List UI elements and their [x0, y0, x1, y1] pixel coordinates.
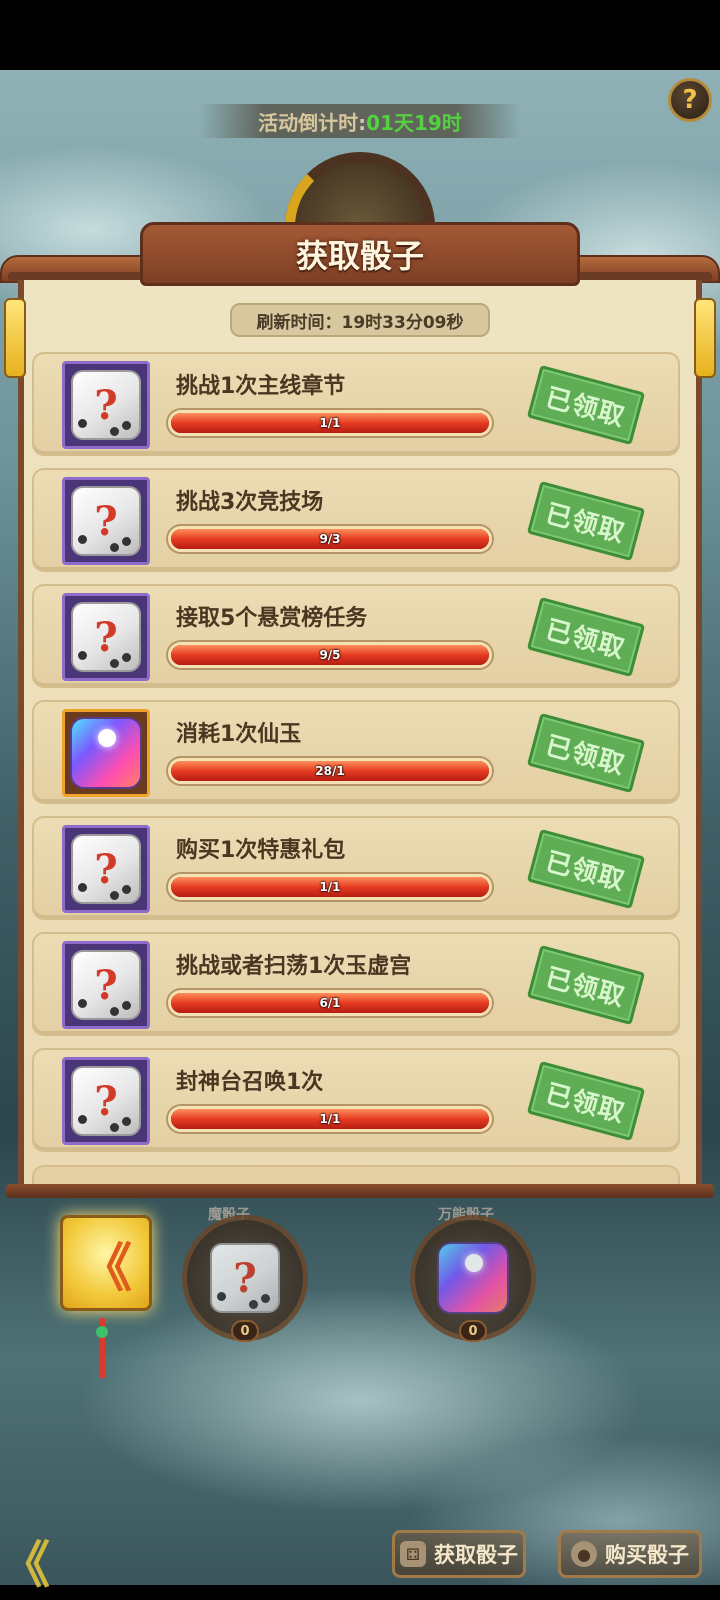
task-card-partial [32, 1165, 680, 1185]
task-label: 购买1次特惠礼包 [176, 838, 346, 863]
claimed-stamp: 已领取 [526, 1060, 646, 1142]
claimed-stamp: 已领取 [526, 480, 646, 562]
status-bar [0, 0, 720, 70]
white-question-dice-icon: ? [71, 370, 141, 440]
task-progress-bar: 9/3 [168, 526, 492, 552]
reward-icon-frame: ? [62, 361, 150, 449]
task-label: 挑战或者扫荡1次玉虚宫 [176, 954, 412, 979]
scroll-tab-right [694, 298, 716, 378]
coin-icon: ● [571, 1541, 597, 1567]
buy-dice-label: 购买骰子 [605, 1543, 689, 1567]
claimed-stamp: 已领取 [526, 364, 646, 446]
back-button[interactable]: 《 [60, 1215, 152, 1311]
task-progress-text: 6/1 [319, 996, 341, 1010]
task-progress-bar: 1/1 [168, 410, 492, 436]
task-card: ? 挑战或者扫荡1次玉虚宫 6/1 已领取 [32, 932, 680, 1036]
task-card: 消耗1次仙玉 28/1 已领取 [32, 700, 680, 804]
decorative-arrow-icon: 《 [0, 1536, 50, 1594]
task-label: 消耗1次仙玉 [176, 722, 302, 747]
scroll-rod-bottom [6, 1184, 714, 1198]
get-dice-label: 获取骰子 [434, 1543, 518, 1567]
task-label: 封神台召唤1次 [176, 1070, 324, 1095]
task-card: ? 封神台召唤1次 1/1 已领取 [32, 1048, 680, 1152]
magic-dice-icon [70, 717, 142, 789]
task-card: ? 购买1次特惠礼包 1/1 已领取 [32, 816, 680, 920]
task-progress-text: 1/1 [319, 880, 341, 894]
task-progress-bar: 28/1 [168, 758, 492, 784]
scroll-tab-left [4, 298, 26, 378]
buy-dice-button[interactable]: ● 购买骰子 [558, 1530, 702, 1578]
panel-header: 获取骰子 [140, 222, 580, 286]
reward-icon-frame: ? [62, 1057, 150, 1145]
task-card: ? 挑战1次主线章节 1/1 已领取 [32, 352, 680, 456]
white-question-dice-icon: ? [210, 1243, 280, 1313]
magic-dice-icon [437, 1242, 509, 1314]
dice-icon: ⚃ [400, 1541, 426, 1567]
white-question-dice-icon: ? [71, 1066, 141, 1136]
task-progress-text: 9/5 [319, 648, 341, 662]
reward-icon-frame: ? [62, 477, 150, 565]
task-progress-bar: 1/1 [168, 874, 492, 900]
back-arrow-icon: 《 [79, 1238, 132, 1299]
universal-dice-count: 0 [459, 1320, 487, 1342]
task-progress-text: 28/1 [315, 764, 345, 778]
task-card: ? 接取5个悬赏榜任务 9/5 已领取 [32, 584, 680, 688]
claimed-stamp: 已领取 [526, 596, 646, 678]
event-countdown: 活动倒计时: 01天19时 [200, 104, 520, 138]
reward-icon-frame: ? [62, 941, 150, 1029]
task-label: 挑战3次竞技场 [176, 490, 324, 515]
back-button-bead [96, 1326, 108, 1338]
task-progress-text: 1/1 [319, 416, 341, 430]
white-question-dice-icon: ? [71, 950, 141, 1020]
task-card: ? 挑战3次竞技场 9/3 已领取 [32, 468, 680, 572]
white-question-dice-icon: ? [71, 486, 141, 556]
claimed-stamp: 已领取 [526, 828, 646, 910]
task-progress-bar: 6/1 [168, 990, 492, 1016]
claimed-stamp: 已领取 [526, 712, 646, 794]
reward-icon-frame [62, 709, 150, 797]
white-question-dice-icon: ? [71, 834, 141, 904]
reward-icon-frame: ? [62, 593, 150, 681]
task-progress-bar: 9/5 [168, 642, 492, 668]
refresh-timer: 刷新时间：19时33分09秒 [230, 303, 490, 337]
white-question-dice-icon: ? [71, 602, 141, 672]
countdown-label: 活动倒计时: [258, 110, 367, 135]
bottom-strip [0, 1585, 720, 1600]
task-label: 挑战1次主线章节 [176, 374, 346, 399]
task-progress-bar: 1/1 [168, 1106, 492, 1132]
task-progress-text: 9/3 [319, 532, 341, 546]
task-progress-text: 1/1 [319, 1112, 341, 1126]
claimed-stamp: 已领取 [526, 944, 646, 1026]
panel-title: 获取骰子 [295, 237, 424, 275]
help-button[interactable]: ? [668, 78, 712, 122]
get-dice-button[interactable]: ⚃ 获取骰子 [392, 1530, 526, 1578]
task-label: 接取5个悬赏榜任务 [176, 606, 368, 631]
reward-icon-frame: ? [62, 825, 150, 913]
countdown-value: 01天19时 [366, 110, 462, 135]
question-icon: ? [682, 85, 698, 115]
mystery-dice-count: 0 [231, 1320, 259, 1342]
